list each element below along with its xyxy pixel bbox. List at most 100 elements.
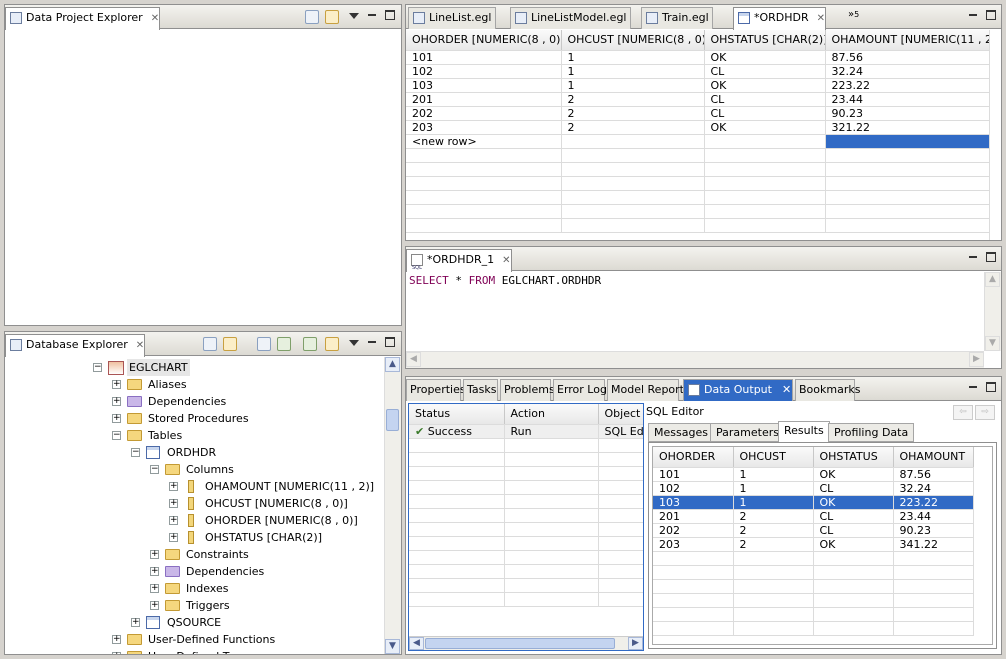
collapse-icon[interactable]: − (112, 431, 121, 440)
table-cell[interactable]: 203 (406, 120, 562, 135)
result-row[interactable]: 201 2 CL 23.44 (653, 509, 974, 524)
collapse-icon[interactable]: − (131, 448, 140, 457)
table-cell[interactable]: OK (704, 78, 826, 93)
tab-error-log[interactable]: Error Log (553, 379, 607, 401)
collapse-all-icon[interactable] (203, 337, 217, 351)
tree-node[interactable]: − ORDHDR (5, 444, 383, 461)
table-cell[interactable]: 90.23 (825, 106, 989, 121)
result-row[interactable]: 101 1 OK 87.56 (653, 467, 974, 482)
tree-node[interactable]: + Dependencies (5, 563, 383, 580)
expand-icon[interactable]: + (169, 533, 178, 542)
result-tab-results[interactable]: Results (778, 421, 830, 443)
back-icon[interactable]: ⇦ (953, 405, 973, 420)
status-header[interactable]: Status (409, 404, 505, 425)
expand-icon[interactable]: + (112, 397, 121, 406)
table-cell[interactable] (704, 134, 826, 149)
result-row[interactable]: 202 2 CL 90.23 (653, 523, 974, 538)
result-row[interactable]: 102 1 CL 32.24 (653, 481, 974, 496)
collapse-icon[interactable]: − (150, 465, 159, 474)
tree-vertical-scrollbar[interactable]: ▲ ▼ (384, 357, 401, 654)
maximize-icon[interactable] (986, 382, 996, 392)
maximize-icon[interactable] (385, 10, 395, 20)
table-cell[interactable]: 103 (406, 78, 562, 93)
table-cell[interactable]: 321.22 (825, 120, 989, 135)
expand-icon[interactable]: + (112, 380, 121, 389)
scroll-down-icon[interactable]: ▼ (985, 336, 1000, 351)
tree-node[interactable]: + Triggers (5, 597, 383, 614)
table-cell[interactable]: 87.56 (825, 50, 989, 65)
table-cell[interactable]: 202 (406, 106, 562, 121)
scroll-right-icon[interactable]: ▶ (628, 637, 643, 650)
expand-icon[interactable]: + (112, 635, 121, 644)
link-with-editor-icon[interactable] (325, 10, 339, 24)
table-cell[interactable]: 102 (406, 64, 562, 79)
table-cell[interactable]: 23.44 (825, 92, 989, 107)
expand-icon[interactable]: + (150, 567, 159, 576)
close-icon[interactable]: ✕ (817, 9, 825, 29)
table-cell[interactable]: 201 (406, 92, 562, 107)
close-icon[interactable]: ✕ (136, 336, 144, 356)
table-cell[interactable]: 2 (561, 120, 705, 135)
result-row[interactable]: 103 1 OK 223.22 (653, 495, 974, 510)
collapse-all-icon[interactable] (305, 10, 319, 24)
tab-linelistmodel[interactable]: LineListModel.egl (510, 7, 631, 29)
table-cell[interactable]: OK (704, 50, 826, 65)
link-with-editor-icon[interactable] (223, 337, 237, 351)
expand-icon[interactable]: + (150, 550, 159, 559)
table-row[interactable]: 203 2 OK 321.22 (406, 120, 989, 135)
minimize-icon[interactable] (968, 382, 978, 392)
result-column-header[interactable]: OHCUST (733, 447, 814, 468)
close-icon[interactable]: ✕ (502, 251, 510, 271)
status-horizontal-scrollbar[interactable]: ◀ ▶ (409, 636, 643, 650)
table-cell[interactable]: 2 (561, 92, 705, 107)
scroll-right-icon[interactable]: ▶ (969, 352, 984, 367)
forward-icon[interactable]: ⇨ (975, 405, 995, 420)
scroll-thumb[interactable] (425, 638, 615, 649)
table-row[interactable]: 102 1 CL 32.24 (406, 64, 989, 79)
expand-icon[interactable]: + (131, 618, 140, 627)
new-row[interactable]: <new row> (406, 134, 989, 149)
new-connection-icon[interactable] (257, 337, 271, 351)
tree-node[interactable]: − Tables (5, 427, 383, 444)
tab-data-output[interactable]: Data Output ✕ (683, 379, 793, 401)
column-header[interactable]: OHAMOUNT [NUMERIC(11 , 2)] (825, 30, 989, 51)
tree-node[interactable]: + Constraints (5, 546, 383, 563)
table-cell[interactable]: 1 (561, 50, 705, 65)
table-cell[interactable]: CL (704, 92, 826, 107)
table-cell[interactable] (561, 134, 705, 149)
tree-node[interactable]: + OHORDER [NUMERIC(8 , 0)] (5, 512, 383, 529)
close-icon[interactable]: ✕ (151, 9, 159, 29)
action-header[interactable]: Action (504, 404, 599, 425)
expand-icon[interactable]: + (150, 584, 159, 593)
minimize-icon[interactable] (367, 337, 377, 347)
table-row[interactable]: 202 2 CL 90.23 (406, 106, 989, 121)
expand-icon[interactable]: + (112, 414, 121, 423)
table-cell[interactable]: 32.24 (825, 64, 989, 79)
tab-database-explorer[interactable]: Database Explorer ✕ (5, 334, 146, 357)
object-header[interactable]: Object (598, 404, 643, 425)
table-cell[interactable]: 223.22 (825, 78, 989, 93)
disconnect-icon[interactable] (303, 337, 317, 351)
sql-horizontal-scrollbar[interactable]: ◀ ▶ (406, 351, 984, 368)
scroll-left-icon[interactable]: ◀ (409, 637, 424, 650)
result-row[interactable]: 203 2 OK 341.22 (653, 537, 974, 552)
tree-node[interactable]: + User-Defined Ty... (5, 648, 383, 654)
tree-node[interactable]: + Stored Procedures (5, 410, 383, 427)
table-cell[interactable]: 1 (561, 64, 705, 79)
maximize-icon[interactable] (986, 10, 996, 20)
expand-icon[interactable]: + (150, 601, 159, 610)
tab-bookmarks[interactable]: Bookmarks (795, 379, 860, 401)
tree-node[interactable]: + OHSTATUS [CHAR(2)] (5, 529, 383, 546)
minimize-icon[interactable] (367, 10, 377, 20)
table-row[interactable]: 103 1 OK 223.22 (406, 78, 989, 93)
result-column-header[interactable]: OHSTATUS (813, 447, 894, 468)
result-column-header[interactable]: OHAMOUNT (893, 447, 974, 468)
view-menu-icon[interactable] (349, 340, 359, 346)
tree-node[interactable]: + User-Defined Functions (5, 631, 383, 648)
expand-icon[interactable]: + (169, 499, 178, 508)
tree-node[interactable]: + Aliases (5, 376, 383, 393)
result-tab-messages[interactable]: Messages (648, 423, 714, 442)
column-header[interactable]: OHORDER [NUMERIC(8 , 0)] (406, 30, 562, 51)
tree-node[interactable]: + Dependencies (5, 393, 383, 410)
collapse-icon[interactable]: − (93, 363, 102, 372)
